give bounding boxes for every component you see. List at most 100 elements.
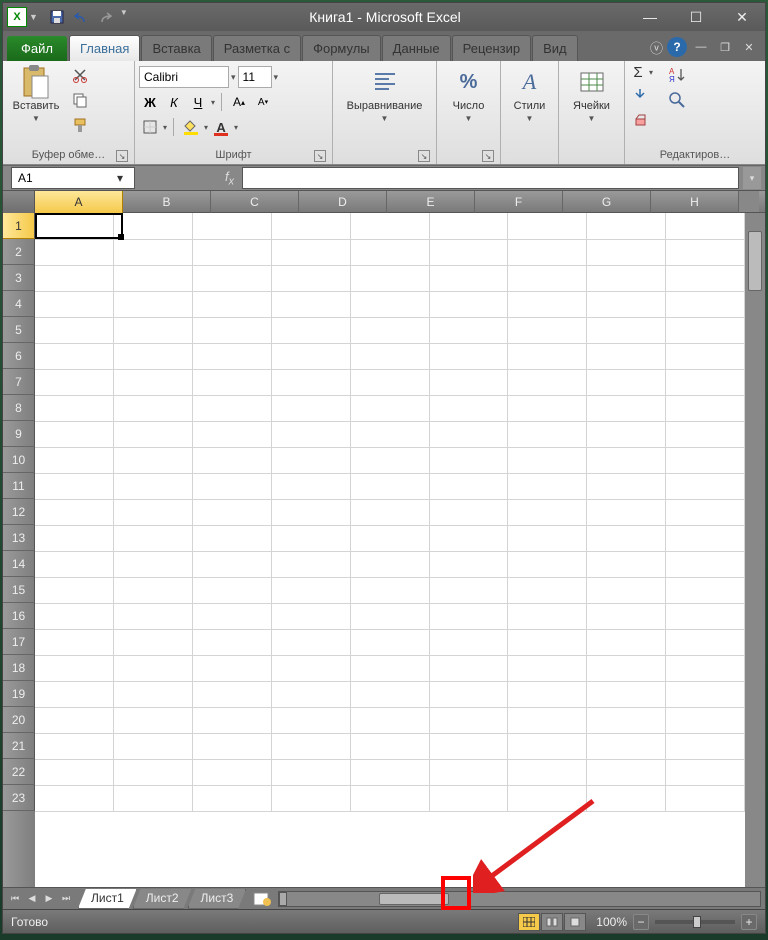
cell[interactable]: [508, 629, 587, 655]
zoom-in-button[interactable]: +: [741, 914, 757, 930]
cell[interactable]: [508, 655, 587, 681]
cell[interactable]: [193, 473, 272, 499]
cell[interactable]: [429, 265, 508, 291]
cell[interactable]: [114, 785, 193, 811]
cell[interactable]: [666, 239, 745, 265]
cell[interactable]: [35, 447, 114, 473]
zoom-slider-knob[interactable]: [693, 916, 701, 928]
cell[interactable]: [350, 655, 429, 681]
cell[interactable]: [114, 551, 193, 577]
row-header[interactable]: 9: [3, 421, 35, 447]
cell[interactable]: [193, 265, 272, 291]
cell[interactable]: [114, 213, 193, 239]
row-header[interactable]: 17: [3, 629, 35, 655]
cell[interactable]: [587, 681, 666, 707]
cell[interactable]: [193, 317, 272, 343]
cell[interactable]: [508, 733, 587, 759]
underline-button[interactable]: Ч: [187, 91, 209, 113]
cell[interactable]: [114, 265, 193, 291]
cell[interactable]: [508, 291, 587, 317]
column-header[interactable]: D: [299, 191, 387, 213]
cell[interactable]: [587, 343, 666, 369]
font-color-button[interactable]: A: [210, 116, 232, 138]
minimize-button[interactable]: —: [627, 3, 673, 31]
row-header[interactable]: 4: [3, 291, 35, 317]
cell[interactable]: [193, 707, 272, 733]
cell[interactable]: [508, 343, 587, 369]
cell[interactable]: [587, 265, 666, 291]
cell[interactable]: [429, 239, 508, 265]
fill-button[interactable]: [629, 84, 651, 106]
cell[interactable]: [350, 603, 429, 629]
cell[interactable]: [587, 603, 666, 629]
cell[interactable]: [193, 499, 272, 525]
cell[interactable]: [114, 291, 193, 317]
cell[interactable]: [587, 759, 666, 785]
cell[interactable]: [114, 499, 193, 525]
sheet-tab[interactable]: Лист1: [78, 889, 137, 909]
cell[interactable]: [35, 291, 114, 317]
cell[interactable]: [35, 265, 114, 291]
sheet-nav-next-icon[interactable]: ▶: [41, 891, 57, 907]
cell[interactable]: [35, 707, 114, 733]
help-button[interactable]: ?: [667, 37, 687, 57]
cell[interactable]: [271, 291, 350, 317]
cell[interactable]: [429, 525, 508, 551]
cell[interactable]: [271, 551, 350, 577]
cell[interactable]: [350, 473, 429, 499]
cell[interactable]: [587, 369, 666, 395]
tab-formulas[interactable]: Формулы: [302, 35, 381, 61]
cell[interactable]: [271, 681, 350, 707]
qat-save-icon[interactable]: [48, 8, 66, 26]
cell[interactable]: [666, 785, 745, 811]
app-menu-arrow-icon[interactable]: ▼: [29, 12, 38, 22]
cell[interactable]: [429, 291, 508, 317]
cell[interactable]: [271, 343, 350, 369]
cell[interactable]: [508, 577, 587, 603]
vertical-scrollbar[interactable]: [745, 213, 765, 887]
cell[interactable]: [587, 629, 666, 655]
ribbon-minimize-icon[interactable]: ⓥ: [650, 38, 663, 57]
cell[interactable]: [350, 291, 429, 317]
cell[interactable]: [508, 265, 587, 291]
cell[interactable]: [114, 629, 193, 655]
cell[interactable]: [271, 239, 350, 265]
cell[interactable]: [193, 681, 272, 707]
cell[interactable]: [193, 369, 272, 395]
cell[interactable]: [114, 421, 193, 447]
cell[interactable]: [666, 577, 745, 603]
column-header[interactable]: A: [35, 191, 123, 213]
cell[interactable]: [429, 551, 508, 577]
row-header[interactable]: 7: [3, 369, 35, 395]
cell[interactable]: [350, 239, 429, 265]
cell[interactable]: [114, 369, 193, 395]
cell[interactable]: [271, 629, 350, 655]
cell[interactable]: [587, 213, 666, 239]
cell[interactable]: [508, 447, 587, 473]
horizontal-scrollbar[interactable]: [278, 891, 761, 907]
mdi-minimize-button[interactable]: —: [691, 39, 711, 55]
new-sheet-button[interactable]: [250, 890, 274, 908]
font-size-select[interactable]: [238, 66, 272, 88]
cell[interactable]: [35, 473, 114, 499]
row-header[interactable]: 21: [3, 733, 35, 759]
number-button[interactable]: % Число ▼: [441, 64, 496, 125]
cell[interactable]: [114, 577, 193, 603]
cell[interactable]: [193, 733, 272, 759]
cell[interactable]: [587, 291, 666, 317]
cell[interactable]: [35, 369, 114, 395]
cell[interactable]: [35, 785, 114, 811]
cell[interactable]: [429, 759, 508, 785]
tab-data[interactable]: Данные: [382, 35, 451, 61]
cell[interactable]: [508, 525, 587, 551]
hscroll-splitter[interactable]: [279, 892, 287, 906]
column-header[interactable]: B: [123, 191, 211, 213]
formula-bar-expand-icon[interactable]: ▾: [743, 167, 761, 189]
cell[interactable]: [350, 317, 429, 343]
cell[interactable]: [193, 551, 272, 577]
cell[interactable]: [350, 499, 429, 525]
cell[interactable]: [114, 343, 193, 369]
row-header[interactable]: 2: [3, 239, 35, 265]
find-select-button[interactable]: [663, 89, 691, 111]
cell[interactable]: [666, 759, 745, 785]
